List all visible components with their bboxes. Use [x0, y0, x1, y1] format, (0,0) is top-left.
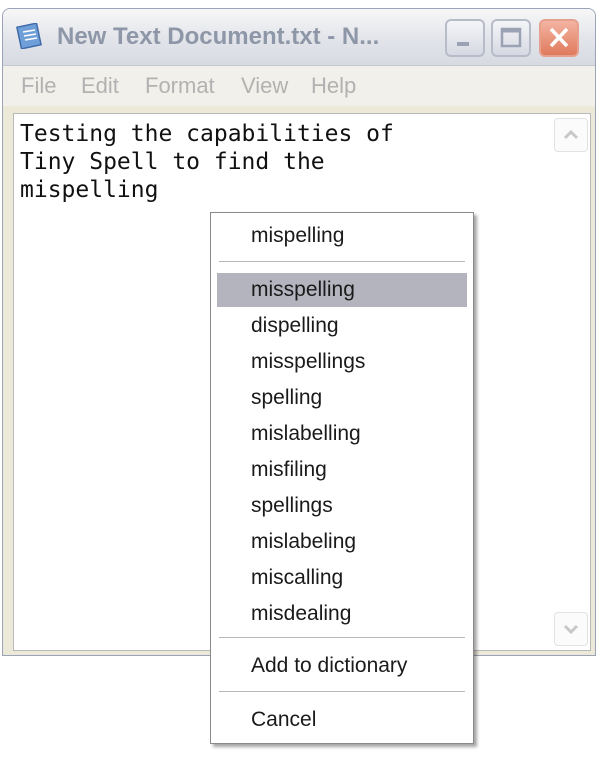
suggestion-item[interactable]: spelling	[217, 381, 467, 415]
maximize-button[interactable]	[491, 19, 531, 57]
menu-file[interactable]: File	[21, 66, 56, 106]
maximize-icon	[500, 27, 522, 48]
suggestion-item[interactable]: misspellings	[217, 345, 467, 379]
suggestion-item[interactable]: dispelling	[217, 309, 467, 343]
notepad-icon	[15, 22, 43, 50]
menu-view[interactable]: View	[241, 66, 288, 106]
suggestion-item[interactable]: misfiling	[217, 453, 467, 487]
menu-edit[interactable]: Edit	[81, 66, 119, 106]
chevron-down-icon	[563, 624, 579, 635]
menu-bar: File Edit Format View Help	[3, 66, 595, 106]
cancel-item[interactable]: Cancel	[217, 703, 467, 737]
spell-suggestion-menu: mispelling misspelling dispelling misspe…	[210, 212, 474, 744]
title-bar[interactable]: New Text Document.txt - N...	[3, 9, 595, 66]
editor-content[interactable]: Testing the capabilities of Tiny Spell t…	[20, 120, 540, 204]
vertical-scrollbar[interactable]	[554, 118, 588, 646]
scroll-up-button[interactable]	[554, 118, 588, 152]
menu-separator	[219, 637, 465, 638]
scroll-down-button[interactable]	[554, 612, 588, 646]
menu-help[interactable]: Help	[311, 66, 356, 106]
add-to-dictionary-item[interactable]: Add to dictionary	[217, 649, 467, 683]
suggestion-item[interactable]: misspelling	[217, 273, 467, 307]
minimize-icon	[457, 42, 469, 46]
menu-original-word: mispelling	[251, 224, 345, 247]
suggestion-item[interactable]: mislabelling	[217, 417, 467, 451]
suggestion-item[interactable]: mislabeling	[217, 525, 467, 559]
suggestion-item[interactable]: spellings	[217, 489, 467, 523]
suggestion-item[interactable]: misdealing	[217, 597, 467, 631]
suggestion-item[interactable]: miscalling	[217, 561, 467, 595]
menu-separator	[219, 261, 465, 262]
close-icon	[549, 27, 569, 48]
menu-format[interactable]: Format	[145, 66, 215, 106]
close-button[interactable]	[539, 19, 579, 57]
window-title: New Text Document.txt - N...	[57, 23, 380, 50]
chevron-up-icon	[563, 129, 579, 140]
minimize-button[interactable]	[445, 19, 485, 57]
menu-separator	[219, 691, 465, 692]
